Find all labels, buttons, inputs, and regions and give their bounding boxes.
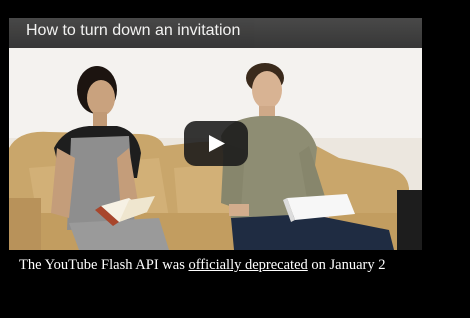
deprecation-notice: The YouTube Flash API was officially dep… (0, 252, 470, 280)
notice-prefix: The YouTube Flash API was (19, 257, 189, 273)
deprecation-link[interactable]: officially deprecated (188, 257, 307, 273)
video-title[interactable]: How to turn down an invitation (26, 20, 240, 42)
notice-suffix: on January 2 (307, 257, 386, 273)
notice-text: The YouTube Flash API was officially dep… (19, 255, 385, 275)
play-icon (209, 135, 225, 152)
video-title-bar: How to turn down an invitation (9, 18, 422, 48)
video-player[interactable]: How to turn down an invitation (9, 18, 422, 250)
play-button[interactable] (184, 121, 248, 166)
